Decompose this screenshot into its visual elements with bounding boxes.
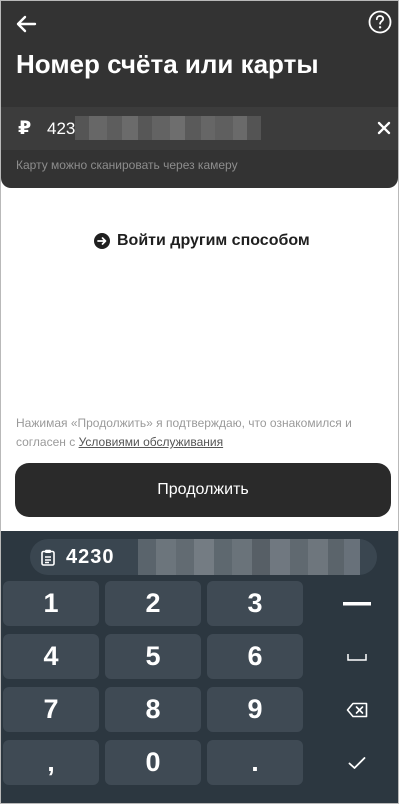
checkmark-icon xyxy=(348,756,366,769)
key-5[interactable]: 5 xyxy=(105,634,201,679)
terms-text: Нажимая «Продолжить» я подтверждаю, что … xyxy=(16,414,391,452)
account-value: 423 xyxy=(47,119,76,138)
alt-login-label: Войти другим способом xyxy=(117,232,310,249)
space-icon xyxy=(347,653,367,661)
suggestion-text: 4230 xyxy=(66,546,115,568)
terms-link[interactable]: Условиями обслуживания xyxy=(79,435,224,449)
key-8[interactable]: 8 xyxy=(105,687,201,732)
alt-login-link[interactable]: Войти другим способом xyxy=(94,230,310,252)
back-button[interactable] xyxy=(13,11,39,37)
clipboard-suggestion[interactable]: 4230 xyxy=(30,539,377,575)
key-3[interactable]: 3 xyxy=(207,581,303,626)
key-4[interactable]: 4 xyxy=(3,634,99,679)
backspace-icon xyxy=(346,702,368,717)
question-circle-icon xyxy=(368,10,392,34)
ruble-icon: ₽ xyxy=(18,118,32,139)
key-7[interactable]: 7 xyxy=(3,687,99,732)
header: Номер счёта или карты ₽ 423 Карту можно … xyxy=(1,1,398,188)
key-1[interactable]: 1 xyxy=(3,581,99,626)
key-0[interactable]: 0 xyxy=(105,740,201,785)
continue-button[interactable]: Продолжить xyxy=(15,463,391,517)
backspace-key[interactable] xyxy=(331,687,383,732)
help-button[interactable] xyxy=(368,10,392,34)
clipboard-icon xyxy=(41,549,55,566)
key-9[interactable]: 9 xyxy=(207,687,303,732)
done-key[interactable] xyxy=(331,740,383,785)
space-key[interactable] xyxy=(331,634,383,679)
minus-icon xyxy=(343,601,371,605)
arrow-right-circle-icon xyxy=(94,233,110,249)
page-title: Номер счёта или карты xyxy=(16,49,319,79)
key-2[interactable]: 2 xyxy=(105,581,201,626)
key-6[interactable]: 6 xyxy=(207,634,303,679)
arrow-left-icon xyxy=(16,15,37,33)
clear-button[interactable] xyxy=(374,118,394,138)
scan-hint: Карту можно сканировать через камеру xyxy=(16,158,238,172)
key-dot[interactable]: . xyxy=(207,740,303,785)
numeric-keyboard: 4230 1 2 3 4 5 6 7 8 9 , 0 . xyxy=(1,531,398,803)
key-comma[interactable]: , xyxy=(3,740,99,785)
masked-suggestion-digits xyxy=(138,539,360,575)
minus-key[interactable] xyxy=(331,581,383,626)
close-icon xyxy=(377,121,391,135)
masked-account-digits xyxy=(75,116,261,140)
account-input[interactable]: ₽ 423 xyxy=(1,107,398,150)
screen: Номер счёта или карты ₽ 423 Карту можно … xyxy=(0,0,399,804)
